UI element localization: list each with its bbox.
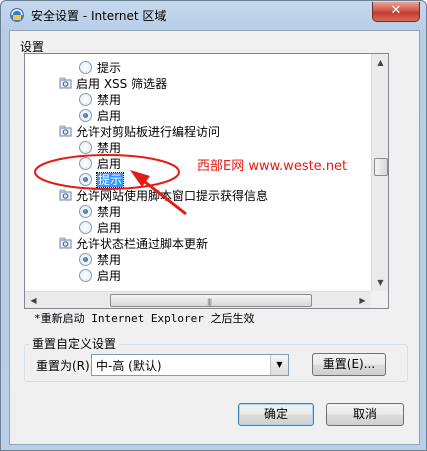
cancel-button[interactable]: 取消 <box>326 403 404 426</box>
highlight-ellipse <box>34 154 180 190</box>
annotation-overlay <box>34 154 187 216</box>
ok-button[interactable]: 确定 <box>238 403 314 426</box>
reset-level-select[interactable]: 中-高 (默认) ▼ <box>91 354 289 376</box>
restart-note: *重新启动 Internet Explorer 之后生效 <box>34 312 255 325</box>
reset-group-label: 重置自定义设置 <box>29 335 120 352</box>
reset-button[interactable]: 重置(E)... <box>312 353 386 376</box>
chevron-down-icon[interactable]: ▼ <box>270 355 288 375</box>
reset-level-value: 中-高 (默认) <box>96 359 162 373</box>
reset-to-label: 重置为(R): <box>36 359 94 373</box>
